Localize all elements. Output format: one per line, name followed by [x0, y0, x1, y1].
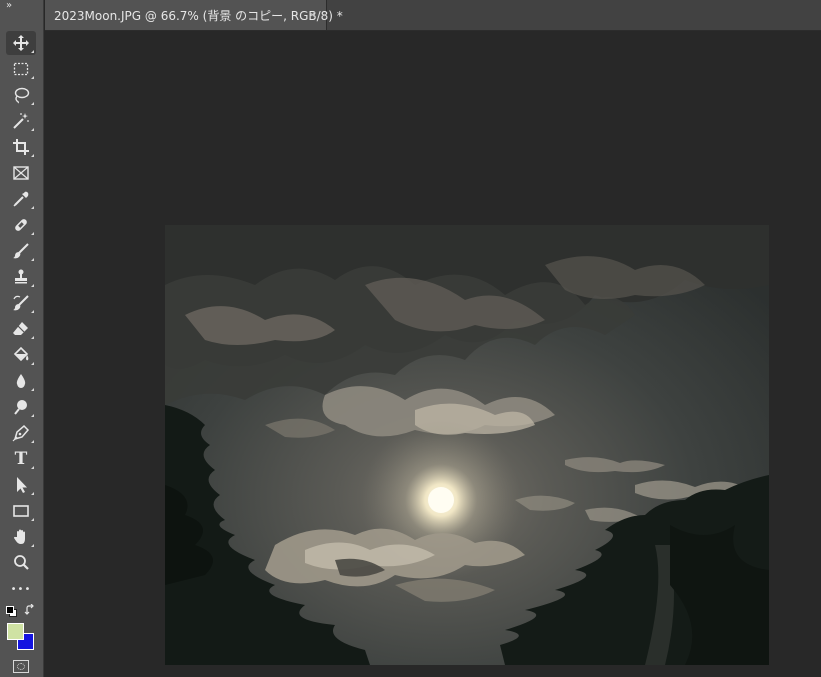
- clone-stamp-tool-button[interactable]: [6, 265, 36, 289]
- marquee-icon: [13, 62, 29, 76]
- hand-icon: [14, 529, 25, 544]
- collapse-panel-button[interactable]: »: [6, 0, 12, 11]
- frame-tool-button[interactable]: [6, 161, 36, 185]
- history-brush-tool-button[interactable]: [6, 291, 36, 315]
- magnifier-icon: [14, 555, 29, 570]
- pen-icon: [12, 424, 30, 442]
- blur-tool-button[interactable]: [6, 369, 36, 393]
- path-selection-tool-button[interactable]: [6, 473, 36, 497]
- tools-panel: » T •••: [0, 0, 44, 677]
- eraser-icon: [13, 322, 28, 335]
- type-tool-button[interactable]: T: [6, 447, 36, 471]
- lasso-tool-button[interactable]: [6, 83, 36, 107]
- dodge-icon: [14, 400, 27, 415]
- document-image[interactable]: [165, 225, 769, 665]
- hand-tool-button[interactable]: [6, 525, 36, 549]
- edit-toolbar-button[interactable]: •••: [6, 577, 36, 601]
- rectangle-icon: [13, 505, 29, 517]
- move-tool-button[interactable]: [6, 31, 36, 55]
- ellipsis-icon: •••: [10, 583, 32, 595]
- eyedropper-icon: [13, 191, 29, 207]
- magic-wand-icon: [13, 113, 29, 129]
- type-icon: T: [14, 449, 28, 469]
- drop-icon: [16, 374, 26, 388]
- history-brush-icon: [13, 295, 29, 311]
- magic-wand-tool-button[interactable]: [6, 109, 36, 133]
- arrow-icon: [17, 477, 27, 493]
- stamp-icon: [15, 269, 27, 284]
- dodge-tool-button[interactable]: [6, 395, 36, 419]
- default-colors-icon[interactable]: [6, 606, 17, 617]
- rectangular-marquee-tool-button[interactable]: [6, 57, 36, 81]
- move-icon: [13, 35, 29, 51]
- rectangle-tool-button[interactable]: [6, 499, 36, 523]
- healing-brush-tool-button[interactable]: [6, 213, 36, 237]
- document-tab[interactable]: 2023Moon.JPG @ 66.7% (背景 のコピー, RGB/8) * …: [45, 0, 343, 30]
- brush-icon: [13, 243, 29, 259]
- document-tab-bar: 2023Moon.JPG @ 66.7% (背景 のコピー, RGB/8) * …: [45, 0, 821, 31]
- swap-colors-icon[interactable]: [24, 604, 36, 616]
- frame-icon: [13, 166, 29, 180]
- bandage-icon: [15, 219, 27, 231]
- close-tab-icon[interactable]: ×: [308, 8, 317, 21]
- crop-tool-button[interactable]: [6, 135, 36, 159]
- quick-mask-icon[interactable]: [13, 660, 29, 673]
- crop-icon: [13, 139, 29, 155]
- moon-night-photo: [165, 225, 769, 665]
- eyedropper-tool-button[interactable]: [6, 187, 36, 211]
- lasso-icon: [14, 87, 30, 104]
- brush-tool-button[interactable]: [6, 239, 36, 263]
- pen-tool-button[interactable]: [6, 421, 36, 445]
- zoom-tool-button[interactable]: [6, 551, 36, 575]
- paint-bucket-tool-button[interactable]: [6, 343, 36, 367]
- bucket-icon: [13, 346, 29, 362]
- eraser-tool-button[interactable]: [6, 317, 36, 341]
- foreground-color-swatch[interactable]: [7, 623, 24, 640]
- document-tab-title: 2023Moon.JPG @ 66.7% (背景 のコピー, RGB/8) *: [54, 8, 343, 23]
